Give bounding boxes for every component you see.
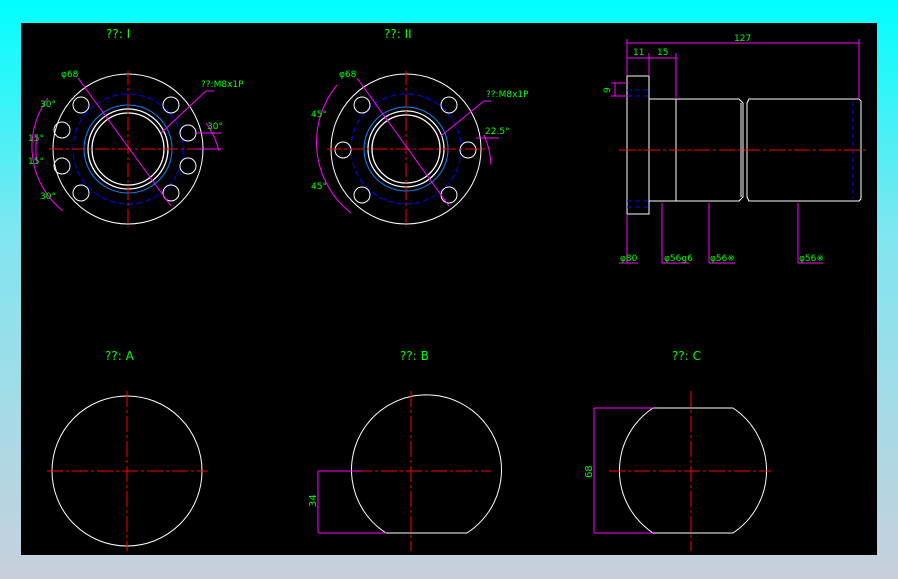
side-dia-56a: φ56※ — [710, 254, 735, 264]
shapeC-dim-68: 68 — [584, 465, 595, 478]
flange2-angle-45a: 45° — [311, 110, 327, 120]
view-title-type2: ??: II — [384, 27, 412, 41]
flange1-angle-30a: 30° — [40, 100, 56, 110]
flange2-dia-label: φ68 — [339, 70, 357, 80]
flange-type1 — [31, 71, 221, 227]
flange2-thread-label: ??:M8x1P — [486, 90, 529, 100]
view-title-type1: ??: I — [106, 27, 130, 41]
side-view — [611, 39, 869, 264]
side-length-9: 9 — [603, 87, 613, 93]
side-dia-56g6: φ56g6 — [664, 254, 693, 264]
side-length-127: 127 — [734, 34, 751, 44]
flange2-angle-45b: 45° — [311, 182, 327, 192]
shape-type-C — [593, 391, 771, 551]
side-dia-56b: φ56※ — [799, 254, 824, 264]
flange1-angle-30c: 30° — [207, 122, 223, 132]
cad-drawing-area[interactable]: ??: I ??: II ??: A ??: B ??: C φ68 ??:M8… — [21, 23, 877, 555]
flange1-thread-label: ??:M8x1P — [201, 80, 244, 90]
shape-type-B — [317, 391, 502, 551]
cad-drawing: ??: I ??: II ??: A ??: B ??: C φ68 ??:M8… — [28, 27, 869, 551]
side-dia-80: φ80 — [620, 254, 638, 264]
shapeB-dim-34: 34 — [308, 494, 319, 507]
view-title-typeB: ??: B — [400, 349, 429, 363]
flange1-angle-15a: 15° — [28, 134, 44, 144]
side-length-15: 15 — [657, 48, 668, 58]
shape-type-A — [47, 391, 207, 551]
flange1-angle-15b: 15° — [28, 157, 44, 167]
flange2-angle-225: 22.5° — [485, 127, 510, 137]
flange1-dia-label: φ68 — [61, 70, 79, 80]
view-title-typeC: ??: C — [672, 349, 701, 363]
view-title-typeA: ??: A — [105, 349, 135, 363]
side-length-11: 11 — [633, 48, 644, 58]
flange-type2 — [316, 71, 499, 227]
flange1-angle-30b: 30° — [40, 192, 56, 202]
